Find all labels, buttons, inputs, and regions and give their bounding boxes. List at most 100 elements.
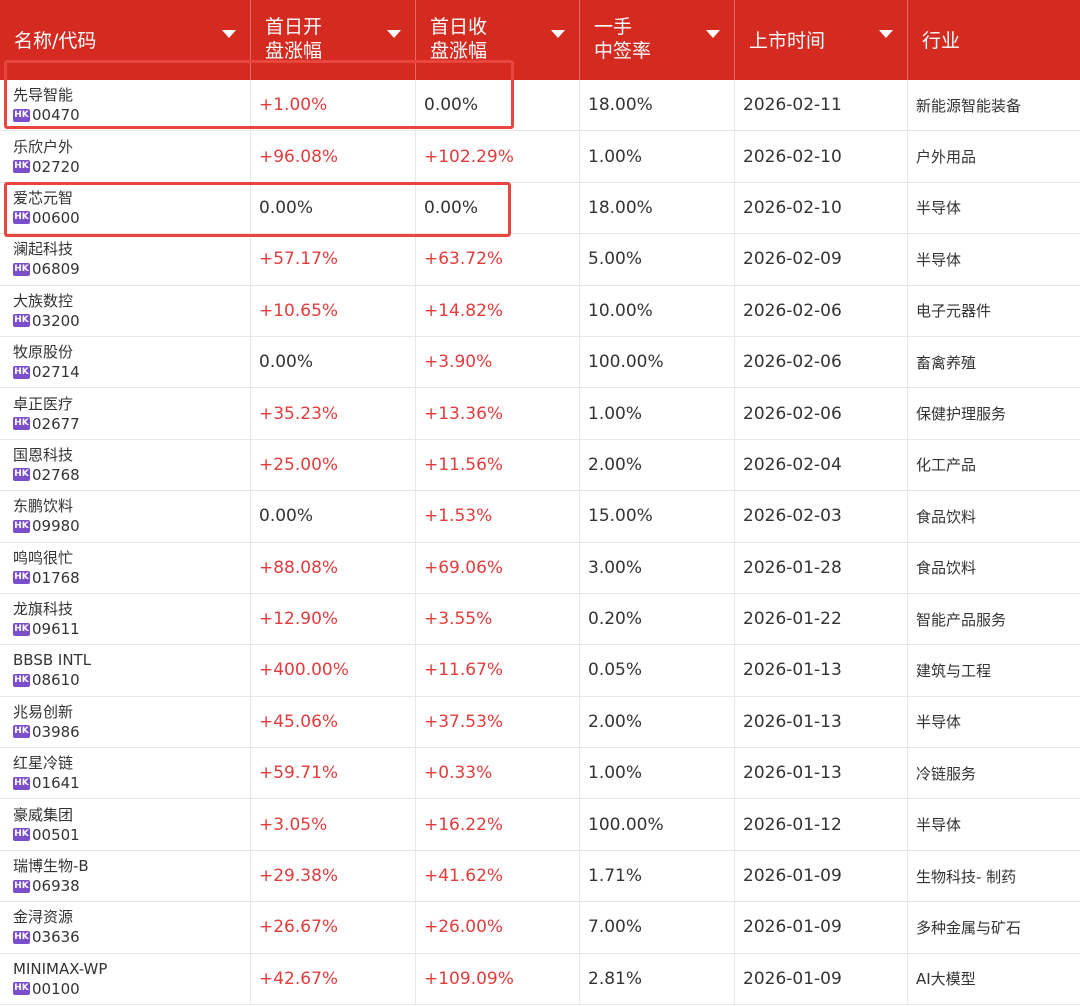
- stock-name: BBSB INTL: [13, 651, 92, 670]
- first-close-change: +37.53%: [416, 696, 580, 748]
- lot-win-rate: 1.00%: [580, 131, 735, 182]
- name-code-cell: 兆易创新 HK 03986: [0, 696, 251, 748]
- hk-market-badge: HK: [13, 776, 30, 790]
- table-row[interactable]: 澜起科技 HK 06809 +57.17% +63.72% 5.00% 2026-…: [0, 234, 1080, 286]
- first-close-change: +0.33%: [416, 748, 580, 799]
- industry: 智能产品服务: [916, 610, 1007, 629]
- first-close-change: +69.06%: [416, 542, 580, 593]
- lot-win-rate: 18.00%: [580, 182, 735, 234]
- lot-win-rate: 15.00%: [580, 491, 735, 542]
- table-row[interactable]: 红星冷链 HK 01641 +59.71% +0.33% 1.00% 2026-0…: [0, 748, 1080, 800]
- header-industry: 行业: [908, 0, 1080, 80]
- lot-win-rate: 7.00%: [580, 902, 735, 953]
- sort-down-icon[interactable]: [706, 30, 720, 38]
- sort-down-icon[interactable]: [879, 30, 893, 38]
- industry: 半导体: [916, 816, 962, 835]
- stock-name: 国恩科技: [13, 445, 74, 464]
- first-open-change: +96.08%: [251, 131, 416, 182]
- stock-code-number: 01641: [32, 774, 80, 793]
- lot-win-rate: 10.00%: [580, 285, 735, 336]
- lot-win-rate: 1.00%: [580, 748, 735, 799]
- name-code-cell: 豪威集团 HK 00501: [0, 799, 251, 850]
- name-code-cell: 澜起科技 HK 06809: [0, 234, 251, 285]
- lot-win-rate: 1.71%: [580, 850, 735, 902]
- stock-code: HK 06938: [13, 876, 80, 896]
- header-list-date[interactable]: 上市时间: [735, 0, 908, 80]
- stock-name: 卓正医疗: [13, 394, 74, 413]
- stock-code-number: 01768: [32, 568, 80, 587]
- table-row[interactable]: 东鹏饮料 HK 09980 0.00% +1.53% 15.00% 2026-02…: [0, 491, 1080, 543]
- first-close-change: +13.36%: [416, 388, 580, 439]
- stock-code: HK 00501: [13, 825, 80, 845]
- listing-date: 2026-02-06: [735, 388, 908, 439]
- industry: 多种金属与矿石: [916, 918, 1022, 937]
- first-open-change: 0.00%: [251, 491, 416, 542]
- stock-name: 东鹏饮料: [13, 497, 74, 516]
- table-row[interactable]: 卓正医疗 HK 02677 +35.23% +13.36% 1.00% 2026-…: [0, 388, 1080, 440]
- table-row[interactable]: 国恩科技 HK 02768 +25.00% +11.56% 2.00% 2026-…: [0, 439, 1080, 492]
- table-row[interactable]: 豪威集团 HK 00501 +3.05% +16.22% 100.00% 2026…: [0, 799, 1080, 851]
- stock-name: 豪威集团: [13, 805, 74, 824]
- listing-date: 2026-02-09: [735, 234, 908, 285]
- industry: 畜禽养殖: [916, 353, 977, 372]
- first-open-change: 0.00%: [251, 336, 416, 388]
- name-code-cell: 卓正医疗 HK 02677: [0, 388, 251, 439]
- stock-code: HK 02677: [13, 414, 80, 434]
- listing-date: 2026-02-10: [735, 182, 908, 234]
- first-open-change: +10.65%: [251, 285, 416, 336]
- table-row[interactable]: MINIMAX-WP HK 00100 +42.67% +109.09% 2.81…: [0, 953, 1080, 1006]
- lot-win-rate: 1.00%: [580, 388, 735, 439]
- listing-date: 2026-01-28: [735, 542, 908, 593]
- first-open-change: +29.38%: [251, 850, 416, 902]
- name-code-cell: 乐欣户外 HK 02720: [0, 131, 251, 182]
- name-code-cell: 牧原股份 HK 02714: [0, 336, 251, 388]
- industry: 新能源智能装备: [916, 96, 1022, 115]
- industry: 半导体: [916, 199, 962, 218]
- listing-date: 2026-02-11: [735, 80, 908, 131]
- industry: 电子元器件: [916, 302, 992, 321]
- table-row[interactable]: 兆易创新 HK 03986 +45.06% +37.53% 2.00% 2026-…: [0, 696, 1080, 749]
- industry: 建筑与工程: [916, 661, 992, 680]
- first-close-change: +109.09%: [416, 953, 580, 1005]
- table-row[interactable]: 乐欣户外 HK 02720 +96.08% +102.29% 1.00% 2026…: [0, 131, 1080, 183]
- table-row[interactable]: 大族数控 HK 03200 +10.65% +14.82% 10.00% 2026…: [0, 285, 1080, 337]
- listing-date: 2026-01-22: [735, 593, 908, 645]
- table-row[interactable]: 牧原股份 HK 02714 0.00% +3.90% 100.00% 2026-0…: [0, 336, 1080, 389]
- stock-code-number: 02768: [32, 465, 80, 484]
- name-code-cell: 国恩科技 HK 02768: [0, 439, 251, 491]
- industry: 食品饮料: [916, 559, 977, 578]
- stock-name: 鸣鸣很忙: [13, 548, 74, 567]
- table-row[interactable]: 瑞博生物-B HK 06938 +29.38% +41.62% 1.71% 202…: [0, 850, 1080, 903]
- hk-market-badge: HK: [13, 879, 30, 893]
- listing-date: 2026-02-10: [735, 131, 908, 182]
- industry: 食品饮料: [916, 507, 977, 526]
- table-row[interactable]: 龙旗科技 HK 09611 +12.90% +3.55% 0.20% 2026-0…: [0, 593, 1080, 646]
- first-close-change: +1.53%: [416, 491, 580, 542]
- table-row[interactable]: 金浔资源 HK 03636 +26.67% +26.00% 7.00% 2026-…: [0, 902, 1080, 954]
- sort-down-icon[interactable]: [551, 30, 565, 38]
- listing-date: 2026-01-13: [735, 748, 908, 799]
- stock-code-number: 09611: [32, 620, 80, 639]
- listing-date: 2026-02-06: [735, 285, 908, 336]
- listing-date: 2026-01-09: [735, 953, 908, 1005]
- stock-code: HK 01768: [13, 568, 80, 588]
- hk-market-badge: HK: [13, 930, 30, 944]
- header-industry-label: 行业: [922, 30, 961, 52]
- stock-name: 兆易创新: [13, 702, 74, 721]
- hk-market-badge: HK: [13, 828, 30, 842]
- hk-market-badge: HK: [13, 622, 30, 636]
- header-lot-rate[interactable]: 一手 中签率: [580, 0, 735, 80]
- industry: AI大模型: [916, 970, 976, 989]
- stock-name: 瑞博生物-B: [13, 857, 89, 876]
- table-row[interactable]: BBSB INTL HK 08610 +400.00% +11.67% 0.05%…: [0, 645, 1080, 697]
- first-open-change: +3.05%: [251, 799, 416, 850]
- industry: 保健护理服务: [916, 405, 1007, 424]
- sort-down-icon[interactable]: [222, 30, 236, 38]
- first-open-change: +35.23%: [251, 388, 416, 439]
- sort-down-icon[interactable]: [387, 30, 401, 38]
- table-row[interactable]: 鸣鸣很忙 HK 01768 +88.08% +69.06% 3.00% 2026-…: [0, 542, 1080, 594]
- stock-code: HK 01641: [13, 773, 80, 793]
- first-open-change: +88.08%: [251, 542, 416, 593]
- hk-market-badge: HK: [13, 725, 30, 739]
- stock-code-number: 06809: [32, 260, 80, 279]
